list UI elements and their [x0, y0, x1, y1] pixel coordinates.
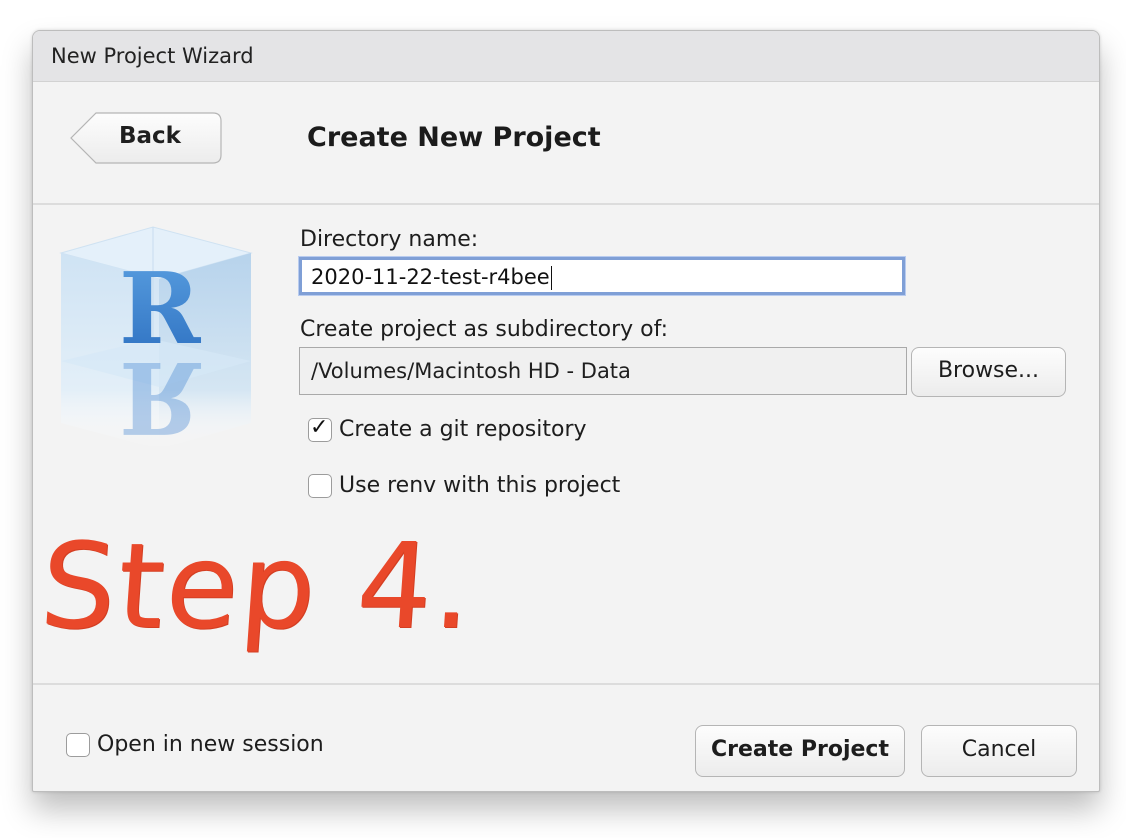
- browse-button[interactable]: Browse...: [911, 347, 1066, 397]
- renv-checkbox-row[interactable]: Use renv with this project: [308, 473, 620, 498]
- new-session-checkbox-row[interactable]: Open in new session: [66, 732, 324, 757]
- new-project-wizard-window: New Project Wizard Back Create New Proje…: [32, 30, 1100, 792]
- new-session-checkbox[interactable]: [66, 732, 90, 757]
- git-repository-checkbox[interactable]: ✓: [308, 414, 332, 442]
- checkmark-icon: ✓: [310, 414, 329, 440]
- step-annotation: Step 4.: [36, 517, 479, 655]
- header-divider: [33, 203, 1099, 205]
- svg-text:R: R: [119, 339, 202, 451]
- cancel-button[interactable]: Cancel: [921, 725, 1077, 777]
- subdirectory-path-value: /Volumes/Macintosh HD - Data: [311, 359, 631, 383]
- r-project-logo-icon: R R: [59, 226, 253, 451]
- back-button-label: Back: [119, 123, 181, 149]
- title-bar[interactable]: New Project Wizard: [33, 31, 1099, 82]
- git-repository-label: Create a git repository: [339, 417, 587, 442]
- new-session-label: Open in new session: [97, 732, 324, 757]
- directory-name-input[interactable]: 2020-11-22-test-r4bee: [299, 257, 905, 295]
- git-repository-checkbox-row[interactable]: ✓ Create a git repository: [308, 414, 587, 442]
- renv-label: Use renv with this project: [339, 473, 621, 498]
- text-caret: [550, 266, 552, 290]
- page-title: Create New Project: [307, 122, 601, 153]
- directory-name-value: 2020-11-22-test-r4bee: [311, 265, 550, 289]
- create-project-button[interactable]: Create Project: [695, 725, 905, 777]
- back-button[interactable]: Back: [70, 112, 222, 164]
- window-title: New Project Wizard: [51, 44, 254, 68]
- footer-divider: [33, 683, 1099, 685]
- subdirectory-path-field[interactable]: /Volumes/Macintosh HD - Data: [299, 347, 907, 395]
- subdirectory-label: Create project as subdirectory of:: [300, 317, 668, 342]
- directory-name-label: Directory name:: [300, 227, 479, 252]
- renv-checkbox[interactable]: [308, 473, 332, 498]
